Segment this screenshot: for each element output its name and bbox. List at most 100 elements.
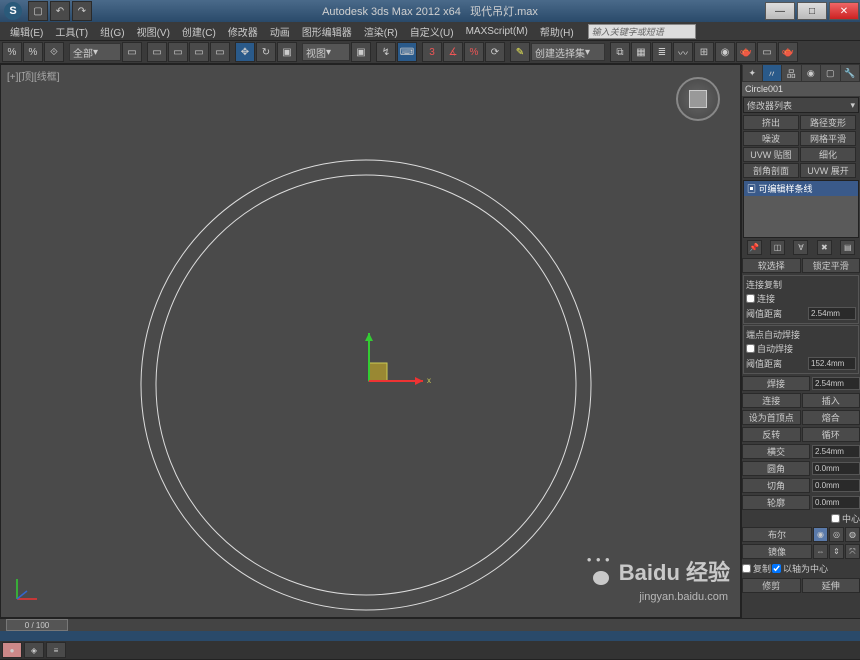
menu-custom[interactable]: 自定义(U) — [404, 24, 460, 39]
mirror-button[interactable]: 镜像 — [742, 544, 812, 559]
chamfer-button[interactable]: 切角 — [742, 478, 810, 493]
viewport[interactable]: [+][顶][线框] y x Baidu 经验 jin — [0, 64, 741, 618]
tab-hierarchy-icon[interactable]: 品 — [782, 65, 801, 81]
select-region-icon[interactable]: ▭ — [189, 42, 209, 62]
trim-button[interactable]: 修剪 — [742, 578, 801, 593]
weld-spinner[interactable]: 2.54mm — [812, 377, 860, 390]
make-unique-icon[interactable]: ∀ — [793, 240, 808, 255]
select-name-icon[interactable]: ▭ — [168, 42, 188, 62]
menu-help[interactable]: 帮助(H) — [534, 24, 580, 39]
copy-check[interactable]: 复制 — [742, 561, 771, 576]
spinner-snap-icon[interactable]: ⟳ — [485, 42, 505, 62]
object-name-field[interactable]: Circle001 — [742, 82, 860, 96]
qa-redo-icon[interactable]: ↷ — [72, 1, 92, 21]
cross-button[interactable]: 横交 — [742, 444, 810, 459]
show-result-icon[interactable]: ◫ — [770, 240, 785, 255]
align-icon[interactable]: ▦ — [631, 42, 651, 62]
fillet-button[interactable]: 圆角 — [742, 461, 810, 476]
menu-render[interactable]: 渲染(R) — [358, 24, 404, 39]
weld-button[interactable]: 焊接 — [742, 376, 810, 391]
scale-icon[interactable]: ▣ — [277, 42, 297, 62]
selection-set-dropdown[interactable]: 全部 ▾ — [69, 43, 121, 61]
mod-extrude[interactable]: 挤出 — [743, 115, 799, 130]
tab-create-icon[interactable]: ✦ — [743, 65, 762, 81]
menu-graph[interactable]: 图形编辑器 — [296, 24, 358, 39]
threshold2-spinner[interactable]: 152.4mm — [808, 357, 856, 370]
reverse-button[interactable]: 反转 — [742, 427, 801, 442]
bool-sub-icon[interactable]: ◎ — [829, 527, 844, 542]
window-crossing-icon[interactable]: ▭ — [210, 42, 230, 62]
link-icon[interactable]: % — [2, 42, 22, 62]
stack-editable-spline[interactable]: ▣ 可编辑样条线 — [744, 181, 858, 196]
menu-group[interactable]: 组(G) — [94, 24, 130, 39]
move-icon[interactable]: ✥ — [235, 42, 255, 62]
make-first-button[interactable]: 设为首顶点 — [742, 410, 801, 425]
modifier-list-dropdown[interactable]: 修改器列表▾ — [743, 97, 859, 113]
boolean-button[interactable]: 布尔 — [742, 527, 812, 542]
outline-spinner[interactable]: 0.0mm — [812, 496, 860, 509]
menu-tools[interactable]: 工具(T) — [49, 24, 94, 39]
render-icon[interactable]: 🫖 — [778, 42, 798, 62]
mod-uvwunwrap[interactable]: UVW 展开 — [800, 163, 856, 178]
maximize-button[interactable]: □ — [797, 2, 827, 20]
mod-uvwmap[interactable]: UVW 贴图 — [743, 147, 799, 162]
layers-icon[interactable]: ≣ — [652, 42, 672, 62]
about-pivot-check[interactable]: 以轴为中心 — [772, 561, 828, 576]
render-frame-icon[interactable]: ▭ — [757, 42, 777, 62]
mod-pathdeform[interactable]: 路径变形 — [800, 115, 856, 130]
threshold-spinner[interactable]: 2.54mm — [808, 307, 856, 320]
cycle-button[interactable]: 循环 — [802, 427, 860, 442]
mod-noise[interactable]: 噪波 — [743, 131, 799, 146]
bool-union-icon[interactable]: ◉ — [813, 527, 828, 542]
mod-bevelprofile[interactable]: 剖角剖面 — [743, 163, 799, 178]
rotate-icon[interactable]: ↻ — [256, 42, 276, 62]
transform-gizmo[interactable]: y x — [359, 333, 439, 413]
qa-open-icon[interactable]: ▢ — [28, 1, 48, 21]
configure-icon[interactable]: ▤ — [840, 240, 855, 255]
cross-spinner[interactable]: 2.54mm — [812, 445, 860, 458]
qa-undo-icon[interactable]: ↶ — [50, 1, 70, 21]
lock-smooth[interactable]: 锁定平滑 — [802, 258, 860, 273]
fillet-spinner[interactable]: 0.0mm — [812, 462, 860, 475]
keyboard-icon[interactable]: ⌨ — [397, 42, 417, 62]
outline-button[interactable]: 轮廓 — [742, 495, 810, 510]
menu-create[interactable]: 创建(C) — [176, 24, 222, 39]
help-search-input[interactable]: 输入关键字或短语 — [588, 24, 696, 39]
mirror-tool-icon[interactable]: ⧉ — [610, 42, 630, 62]
edit-named-sel-icon[interactable]: ✎ — [510, 42, 530, 62]
insert-button[interactable]: 插入 — [802, 393, 860, 408]
mod-meshsmooth[interactable]: 网格平滑 — [800, 131, 856, 146]
unlink-icon[interactable]: % — [23, 42, 43, 62]
timeline-rec-icon[interactable]: ● — [2, 642, 22, 658]
pin-stack-icon[interactable]: 📌 — [747, 240, 762, 255]
render-setup-icon[interactable]: 🫖 — [736, 42, 756, 62]
timeline-key-icon[interactable]: ◈ — [24, 642, 44, 658]
center-icon[interactable]: ▣ — [351, 42, 371, 62]
material-icon[interactable]: ◉ — [715, 42, 735, 62]
chamfer-spinner[interactable]: 0.0mm — [812, 479, 860, 492]
fuse-button[interactable]: 熔合 — [802, 410, 860, 425]
autoweld-check[interactable]: 自动焊接 — [746, 341, 856, 356]
named-sel-dropdown[interactable]: 创建选择集 ▾ — [531, 43, 605, 61]
time-ruler[interactable] — [0, 631, 860, 641]
time-slider-handle[interactable]: 0 / 100 — [6, 619, 68, 631]
extend-button[interactable]: 延伸 — [802, 578, 860, 593]
ref-coord-dropdown[interactable]: 视图 ▾ — [302, 43, 350, 61]
filter-icon[interactable]: ▭ — [122, 42, 142, 62]
schematic-icon[interactable]: ⊞ — [694, 42, 714, 62]
connect-check[interactable]: 连接 — [746, 291, 856, 306]
select-icon[interactable]: ▭ — [147, 42, 167, 62]
tab-motion-icon[interactable]: ◉ — [802, 65, 821, 81]
modifier-stack[interactable]: ▣ 可编辑样条线 — [743, 180, 859, 238]
bool-int-icon[interactable]: ◍ — [845, 527, 860, 542]
snap-3d-icon[interactable]: 3 — [422, 42, 442, 62]
connect-button[interactable]: 连接 — [742, 393, 801, 408]
snap-percent-icon[interactable]: % — [464, 42, 484, 62]
close-button[interactable]: ✕ — [829, 2, 859, 20]
menu-maxscript[interactable]: MAXScript(M) — [460, 26, 534, 37]
soft-selection[interactable]: 软选择 — [742, 258, 801, 273]
timeline-filter-icon[interactable]: ≡ — [46, 642, 66, 658]
menu-modifiers[interactable]: 修改器 — [222, 24, 264, 39]
tab-modify-icon[interactable]: 〃 — [763, 65, 782, 81]
mirror-h-icon[interactable]: ⇔ — [813, 544, 828, 559]
